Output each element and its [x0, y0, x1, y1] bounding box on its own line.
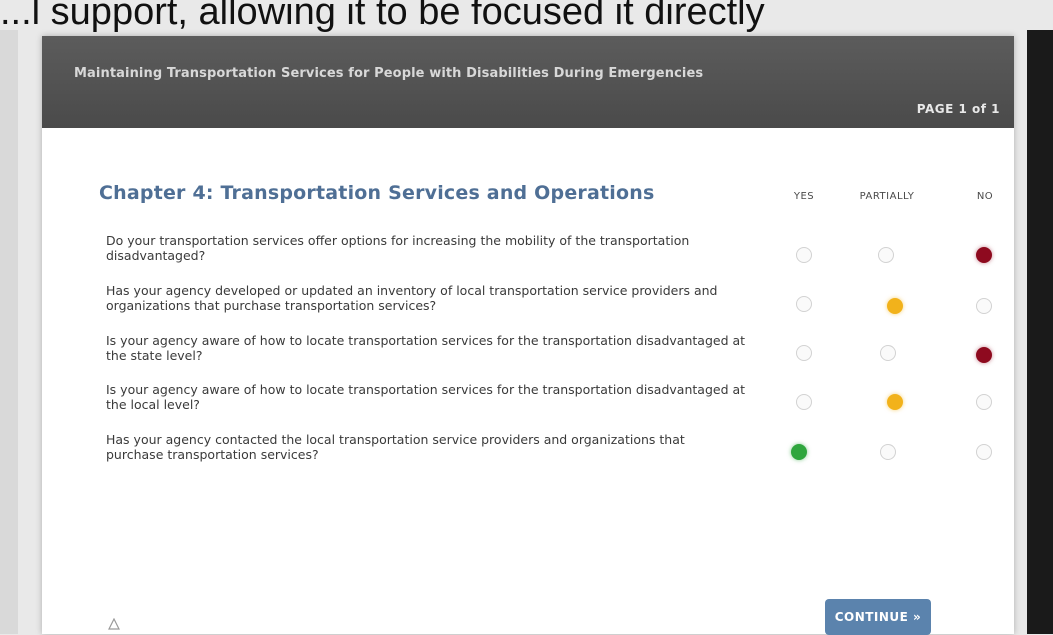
window-title: Maintaining Transportation Services for …	[74, 66, 704, 81]
video-caption: ...l support, allowing it to be focused …	[0, 0, 765, 33]
question-2-text: Has your agency developed or updated an …	[106, 283, 718, 313]
q3-yes-radio[interactable]	[796, 345, 812, 361]
q4-no-radio[interactable]	[976, 394, 992, 410]
q3-no-radio[interactable]	[976, 347, 992, 363]
q1-yes-radio[interactable]	[796, 247, 812, 263]
window-header: Maintaining Transportation Services for …	[42, 36, 1014, 128]
q3-partially-radio[interactable]	[880, 345, 896, 361]
column-label-partially: PARTIALLY	[859, 191, 915, 202]
survey-window: Maintaining Transportation Services for …	[42, 36, 1014, 635]
q5-no-radio[interactable]	[976, 444, 992, 460]
q2-partially-radio[interactable]	[887, 298, 903, 314]
q2-no-radio[interactable]	[976, 298, 992, 314]
question-1-text: Do your transportation services offer op…	[106, 233, 690, 263]
chapter-title: Chapter 4: Transportation Services and O…	[99, 182, 655, 204]
frame-left-edge	[0, 30, 18, 634]
q4-yes-radio[interactable]	[796, 394, 812, 410]
q1-partially-radio[interactable]	[878, 247, 894, 263]
q4-partially-radio[interactable]	[887, 394, 903, 410]
continue-button[interactable]: CONTINUE »	[825, 599, 931, 635]
question-5-text: Has your agency contacted the local tran…	[106, 432, 685, 462]
q2-yes-radio[interactable]	[796, 296, 812, 312]
page-indicator: PAGE 1 of 1	[916, 102, 1000, 116]
column-label-yes: YES	[793, 191, 815, 202]
column-label-no: NO	[976, 191, 994, 202]
frame-right-edge	[1027, 30, 1053, 634]
question-3-text: Is your agency aware of how to locate tr…	[106, 333, 746, 363]
q5-yes-radio[interactable]	[791, 444, 807, 460]
triangle-icon	[108, 618, 120, 630]
q5-partially-radio[interactable]	[880, 444, 896, 460]
question-4-text: Is your agency aware of how to locate tr…	[106, 382, 746, 412]
q1-no-radio[interactable]	[976, 247, 992, 263]
